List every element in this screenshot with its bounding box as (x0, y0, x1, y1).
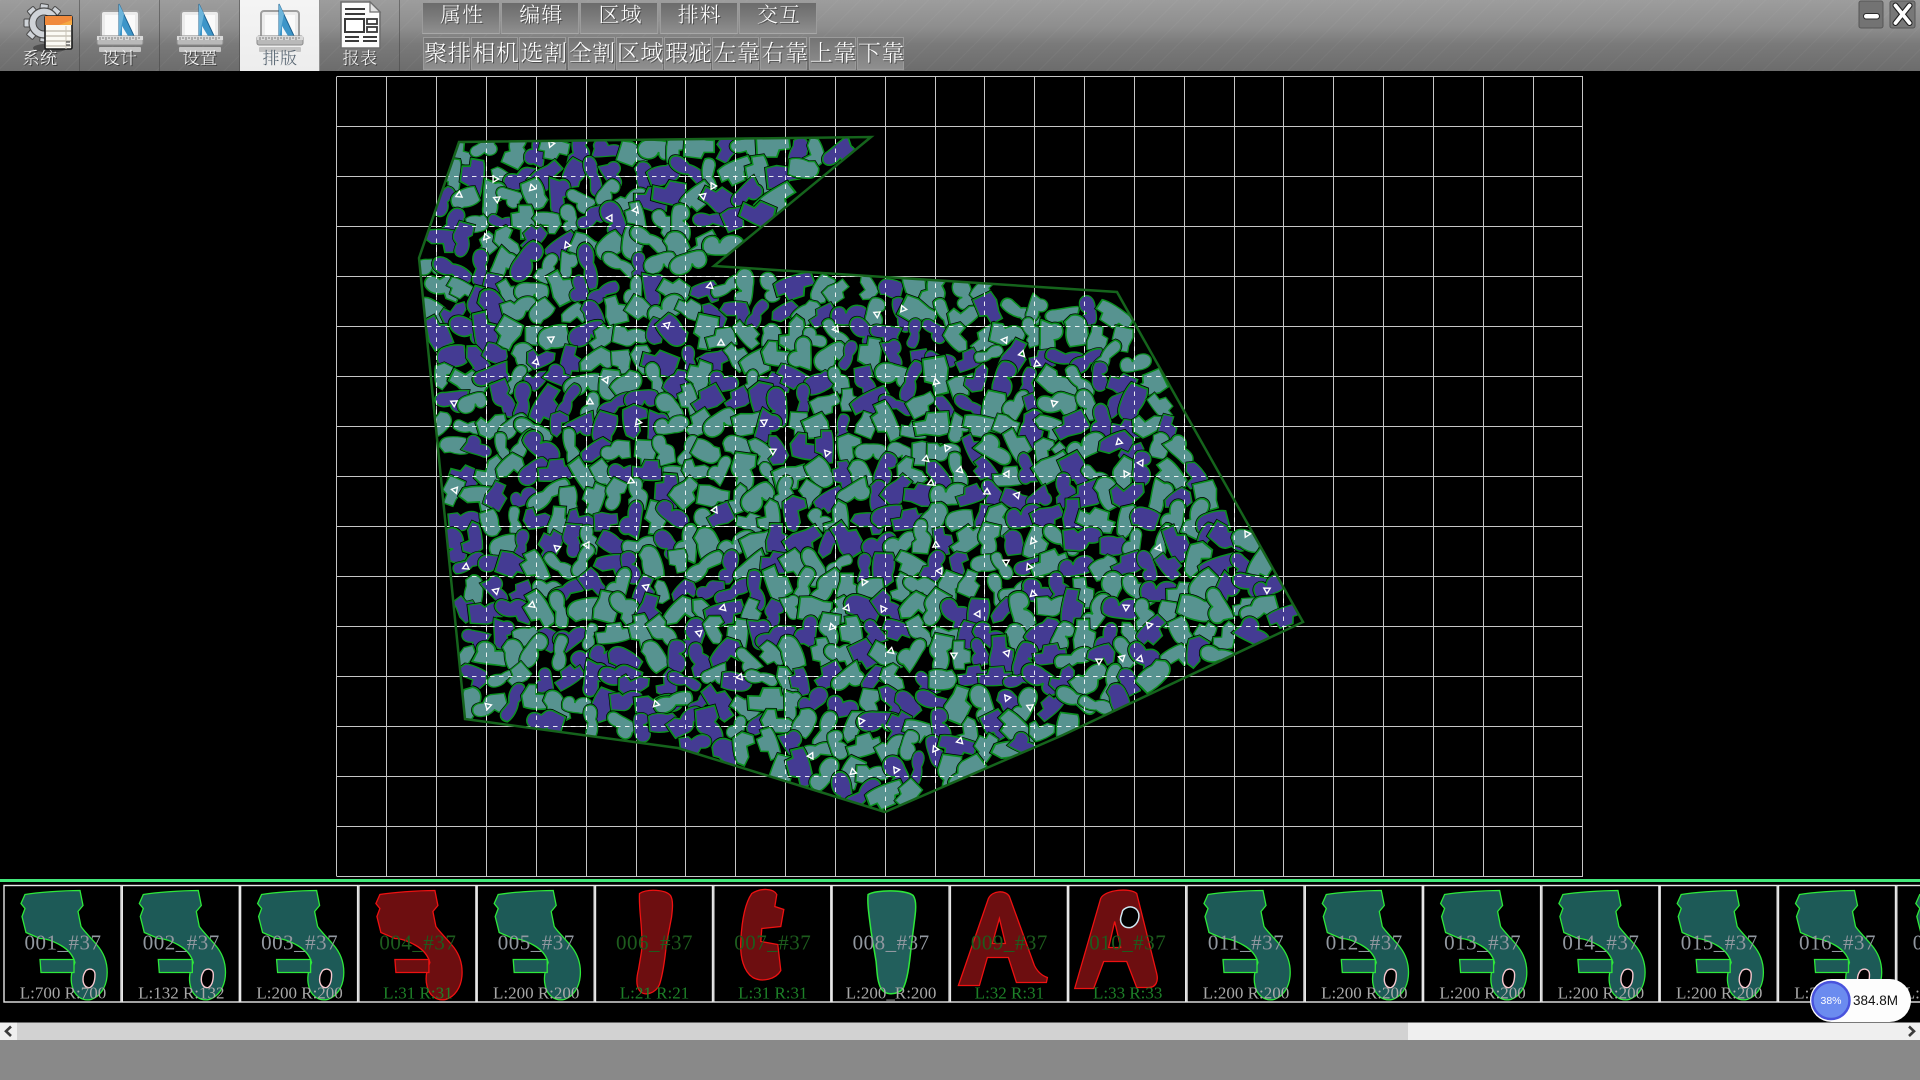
svg-text:L:33 R:33: L:33 R:33 (1093, 984, 1162, 1003)
svg-text:L:132 R:132: L:132 R:132 (138, 984, 224, 1003)
svg-text:L:200_R:200: L:200_R:200 (846, 984, 937, 1003)
svg-text:007_#37: 007_#37 (734, 931, 811, 955)
svg-text:L:200 R:200: L:200 R:200 (256, 984, 342, 1003)
svg-text:004_#37: 004_#37 (379, 931, 456, 955)
svg-text:013_#37: 013_#37 (1444, 931, 1521, 955)
svg-text:008_#37: 008_#37 (853, 931, 930, 955)
svg-text:38%: 38% (1820, 995, 1841, 1007)
svg-text:384.8M: 384.8M (1853, 993, 1898, 1008)
svg-text:L:200 R:200: L:200 R:200 (1439, 984, 1525, 1003)
svg-text:L:200 R:200: L:200 R:200 (1558, 984, 1644, 1003)
svg-text:003_#37: 003_#37 (261, 931, 338, 955)
svg-text:L:200 R:200: L:200 R:200 (1321, 984, 1407, 1003)
svg-text:002_#37: 002_#37 (143, 931, 220, 955)
svg-text:005_#37: 005_#37 (498, 931, 575, 955)
svg-text:010_#37: 010_#37 (1089, 931, 1166, 955)
svg-text:L:200 R:200: L:200 R:200 (1203, 984, 1289, 1003)
svg-text:011_#37: 011_#37 (1208, 931, 1284, 955)
svg-text:012_#37: 012_#37 (1326, 931, 1403, 955)
svg-text:L:31 R:31: L:31 R:31 (738, 984, 807, 1003)
svg-text:014_#37: 014_#37 (1562, 931, 1639, 955)
svg-text:006_#37: 006_#37 (616, 931, 693, 955)
svg-text:L:32 R:31: L:32 R:31 (975, 984, 1044, 1003)
svg-text:L:21 R:21: L:21 R:21 (620, 984, 689, 1003)
svg-text:L:200 R:200: L:200 R:200 (1676, 984, 1762, 1003)
svg-text:016_#37: 016_#37 (1799, 931, 1876, 955)
svg-text:0: 0 (1913, 931, 1920, 955)
svg-text:015_#37: 015_#37 (1681, 931, 1758, 955)
svg-text:L:700 R:700: L:700 R:700 (20, 984, 106, 1003)
svg-text:009_#37: 009_#37 (971, 931, 1048, 955)
svg-text:L:200 R:200: L:200 R:200 (493, 984, 579, 1003)
svg-text:L:31 R:31: L:31 R:31 (383, 984, 452, 1003)
svg-text:001_#37: 001_#37 (25, 931, 102, 955)
